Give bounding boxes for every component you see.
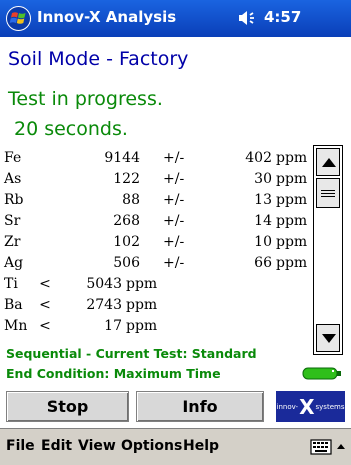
error-value: 66 xyxy=(254,255,272,271)
plus-minus: +/- xyxy=(163,255,185,271)
element-symbol: As xyxy=(4,171,22,187)
test-status: Test in progress. xyxy=(8,88,163,110)
element-symbol: Ag xyxy=(4,255,24,271)
arrow-down-icon xyxy=(322,334,336,343)
plus-minus: +/- xyxy=(163,171,185,187)
element-symbol: Sr xyxy=(4,213,21,229)
element-symbol: Rb xyxy=(4,192,24,208)
grip-line xyxy=(321,190,335,191)
element-symbol: Ba xyxy=(4,297,23,313)
element-value: 9144 xyxy=(104,150,140,166)
end-condition: End Condition: Maximum Time xyxy=(6,366,221,381)
sequence-info: Sequential - Current Test: Standard xyxy=(6,346,257,361)
less-than: < xyxy=(39,276,51,292)
menu-help[interactable]: Help xyxy=(183,438,219,454)
element-symbol: Mn xyxy=(4,318,28,334)
limit-value: 17 xyxy=(104,318,122,334)
input-panel-arrow-icon[interactable] xyxy=(335,439,347,455)
menu-options[interactable]: Options xyxy=(121,438,182,454)
menu-view[interactable]: View xyxy=(78,438,116,454)
logo-text-left: innov- xyxy=(276,402,299,411)
unit: ppm xyxy=(276,150,308,166)
unit: ppm xyxy=(126,276,158,292)
error-value: 13 xyxy=(254,192,272,208)
results-scrollbar[interactable] xyxy=(313,145,343,355)
clock[interactable]: 4:57 xyxy=(264,8,301,26)
stop-button[interactable]: Stop xyxy=(6,391,129,422)
element-value: 268 xyxy=(113,213,140,229)
grip-line xyxy=(321,193,335,194)
scroll-up-button[interactable] xyxy=(316,148,340,176)
title-bar: Innov-X Analysis 4:57 xyxy=(0,0,351,37)
unit: ppm xyxy=(126,297,158,313)
plus-minus: +/- xyxy=(163,213,185,229)
windows-flag-icon[interactable] xyxy=(5,5,32,32)
error-value: 10 xyxy=(254,234,272,250)
unit: ppm xyxy=(276,255,308,271)
info-button[interactable]: Info xyxy=(136,391,264,422)
speaker-icon[interactable] xyxy=(238,9,260,27)
error-value: 30 xyxy=(254,171,272,187)
element-symbol: Ti xyxy=(4,276,18,292)
menu-edit[interactable]: Edit xyxy=(41,438,72,454)
limit-value: 2743 xyxy=(86,297,122,313)
unit: ppm xyxy=(276,171,308,187)
unit: ppm xyxy=(276,234,308,250)
element-symbol: Zr xyxy=(4,234,21,250)
plus-minus: +/- xyxy=(163,234,185,250)
plus-minus: +/- xyxy=(163,192,185,208)
unit: ppm xyxy=(276,213,308,229)
less-than: < xyxy=(39,318,51,334)
scroll-down-button[interactable] xyxy=(316,324,340,352)
element-value: 102 xyxy=(113,234,140,250)
menu-file[interactable]: File xyxy=(6,438,35,454)
results-list: Fe 9144 +/- 402 ppm As 122 +/- 30 ppm Rb… xyxy=(0,148,310,338)
element-value: 88 xyxy=(122,192,140,208)
scroll-thumb[interactable] xyxy=(316,178,340,208)
logo-text-right: systems xyxy=(315,402,345,411)
logo-x: X xyxy=(299,394,315,419)
menu-bar: File Edit View Options Help xyxy=(0,428,351,465)
elapsed-time: 20 seconds. xyxy=(14,118,128,140)
element-value: 122 xyxy=(113,171,140,187)
mode-title: Soil Mode - Factory xyxy=(8,48,189,70)
keyboard-icon[interactable] xyxy=(310,439,332,455)
innov-x-logo: innov- X systems xyxy=(276,391,345,422)
grip-line xyxy=(321,196,335,197)
battery-icon xyxy=(302,367,341,380)
error-value: 14 xyxy=(254,213,272,229)
element-symbol: Fe xyxy=(4,150,22,166)
unit: ppm xyxy=(126,318,158,334)
arrow-up-icon xyxy=(322,158,336,167)
less-than: < xyxy=(39,297,51,313)
error-value: 402 xyxy=(245,150,272,166)
limit-value: 5043 xyxy=(86,276,122,292)
unit: ppm xyxy=(276,192,308,208)
element-value: 506 xyxy=(113,255,140,271)
plus-minus: +/- xyxy=(163,150,185,166)
app-title: Innov-X Analysis xyxy=(37,8,177,26)
